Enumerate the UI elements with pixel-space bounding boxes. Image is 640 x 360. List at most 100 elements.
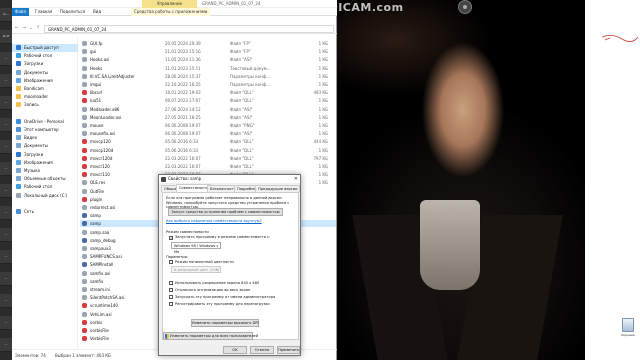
folder-icon	[16, 86, 21, 91]
ribbon-tab-view[interactable]: Вид	[90, 8, 104, 16]
compat-mode-checkbox[interactable]: ✓ Запустить программу в режиме совместимо…	[169, 235, 270, 240]
file-icon	[82, 73, 87, 79]
manual-settings-link[interactable]: Как выбрать параметры совместимости вруч…	[166, 219, 262, 223]
high-dpi-button[interactable]: Изменить параметры высокого DPI	[191, 319, 259, 327]
file-size: 1 КБ	[318, 73, 328, 79]
nav-item[interactable]: Музыка	[12, 167, 78, 175]
setting-checkbox[interactable]: Регистрировать эту программу для перезаг…	[169, 302, 270, 307]
desktop-shortcut[interactable]: ...	[0, 338, 12, 352]
record-button[interactable]	[458, 0, 472, 14]
ribbon-tab-file[interactable]: Файл	[12, 8, 30, 16]
manage-tab[interactable]: Управление	[142, 0, 197, 8]
file-row[interactable]: msvcr120 22.03.2022 16:07 Файл "DLL" 1 КБ	[80, 163, 336, 170]
nav-item[interactable]: Загрузки	[12, 60, 78, 68]
desktop-shortcut[interactable]: ...	[0, 316, 12, 330]
folder-icon	[16, 151, 21, 157]
desktop-shortcut[interactable]: ...	[0, 52, 12, 66]
file-icon	[82, 328, 87, 333]
nav-item[interactable]: OneDrive - Personal	[12, 118, 78, 126]
file-row[interactable]: libcurl 16.01.2022 19:03 Файл "DLL" 493 КБ	[80, 89, 336, 96]
back-arrow-icon[interactable]: ←	[14, 25, 20, 32]
tab-previous-versions[interactable]: Предыдущие версии	[255, 185, 301, 192]
desktop-shortcut[interactable]: ...	[0, 206, 12, 220]
file-name: gui	[90, 49, 97, 55]
file-type: Файл "FP"	[230, 49, 251, 55]
desktop-shortcut[interactable]: ...	[0, 228, 12, 242]
nav-item[interactable]: Документы	[12, 142, 78, 150]
nav-item[interactable]: Изображения	[12, 77, 78, 85]
file-row[interactable]: mouse 06.06.2008 19:07 Файл "PNG" 1 КБ	[80, 122, 336, 129]
setting-checkbox[interactable]: Использовать разрешение экрана 640 x 480	[169, 281, 259, 286]
desktop-shortcut[interactable]: ...	[0, 162, 12, 176]
ok-button[interactable]: ОК	[223, 346, 247, 354]
file-type: Файл "PNG"	[230, 123, 255, 128]
file-row[interactable]: mousefix.asi 06.06.2008 19:07 Файл "ASI" 1 …	[80, 130, 336, 137]
file-row[interactable]: msvcr120d 22.03.2022 16:07 Файл "DLL" 797 К…	[80, 155, 336, 162]
forward-arrow-icon[interactable]: →	[21, 25, 27, 32]
setting-checkbox[interactable]: Режим пониженной цветности	[169, 260, 234, 265]
nav-item[interactable]: Локальный диск (C:)	[12, 192, 78, 200]
ribbon-tabs: Файл Главная Поделиться Вид Средства раб…	[12, 8, 337, 16]
desktop-shortcut[interactable]: ...	[0, 140, 12, 154]
file-row[interactable]: msvcp120 05.06.2016 6:33 Файл "DLL" 444 КБ	[80, 138, 336, 145]
up-arrow-icon[interactable]: ↑	[35, 25, 41, 32]
nav-item[interactable]: Bandicam	[12, 85, 78, 93]
desktop-shortcut-label: ...	[4, 100, 8, 104]
file-row[interactable]: gui 21.01.2023 15:16 Файл "FP" 1 КБ	[80, 48, 336, 55]
nav-item[interactable]: Рабочий стол	[12, 183, 78, 191]
nav-item[interactable]: Видео	[12, 134, 78, 142]
nav-item[interactable]: Рабочий стол	[12, 52, 78, 60]
file-date: 11.01.2023 15:11	[165, 65, 201, 71]
file-row[interactable]: Modloader.x86 27.06.2024 14:12 Файл "ASI" 1…	[80, 106, 336, 113]
tab-compatibility[interactable]: Совместимость	[176, 184, 212, 192]
nav-item[interactable]: Загрузки	[12, 151, 78, 159]
setting-checkbox: 8-разрядный цвет (256) ▾	[171, 266, 221, 273]
desktop-shortcut[interactable]: ...	[0, 272, 12, 286]
nav-item[interactable]: Сеть	[12, 208, 78, 216]
ribbon-tab-app-tools[interactable]: Средства работы с приложениями	[131, 8, 211, 16]
nav-item[interactable]: Быстрый доступ	[12, 44, 78, 52]
desktop-shortcut[interactable]: ...	[0, 184, 12, 198]
nav-item[interactable]: Этот компьютер	[12, 126, 78, 134]
file-row[interactable]: GUI.fp 20.05.2024 20:39 Файл "FP" 1 КБ	[80, 40, 336, 47]
apply-button[interactable]: Применить	[277, 346, 300, 354]
all-users-button[interactable]: Изменить параметры для всех пользователе…	[163, 332, 258, 340]
desktop-shortcut[interactable]: ...	[0, 96, 12, 110]
setting-checkbox[interactable]: Запускать эту программу от имени админис…	[169, 295, 275, 300]
nav-item[interactable]: moonloader	[12, 93, 78, 101]
desktop-shortcut[interactable]: G...	[0, 8, 12, 22]
file-date: 20.05.2024 20:39	[165, 41, 201, 46]
ribbon-tab-share[interactable]: Поделиться	[57, 8, 88, 16]
nav-item[interactable]: Запись	[12, 101, 78, 109]
desktop-shortcut[interactable]: id of	[0, 30, 12, 44]
nav-item[interactable]: Документы	[12, 69, 78, 77]
desktop-shortcut[interactable]: ...	[0, 250, 12, 264]
file-icon	[82, 123, 87, 128]
file-row[interactable]: msvcp120d 05.06.2016 6:33 Файл "DLL" 1 КБ	[80, 147, 336, 154]
file-row[interactable]: imgui 22.10.2022 16:25 Параметры конф... 1 …	[80, 81, 336, 88]
setting-checkbox[interactable]: Отключить оптимизацию во весь экран	[169, 288, 250, 293]
desktop-shortcut[interactable]: ...	[0, 74, 12, 88]
recycle-bin[interactable]: Корзина	[620, 318, 636, 346]
file-date: 22.03.2022 16:07	[165, 155, 201, 161]
file-row[interactable]: III.VC.SA.LimitAdjuster 28.06.2024 15:37 П…	[80, 73, 336, 80]
nav-item[interactable]: Объемные объекты	[12, 175, 78, 183]
file-size: 1 КБ	[318, 82, 328, 87]
nav-item[interactable]: Изображения	[12, 159, 78, 167]
file-name: msvcr110	[90, 172, 110, 178]
file-row[interactable]: MoonLoader.asi 27.05.2021 18:25 Файл "ASI"…	[80, 114, 336, 121]
desktop-shortcut[interactable]: ...	[0, 294, 12, 308]
address-input[interactable]: GRAND_PC_ADMIN_01_07_24	[44, 25, 334, 33]
close-icon[interactable]: ✕	[294, 175, 298, 183]
cancel-button[interactable]: Отмена	[250, 346, 274, 354]
desktop-shortcut[interactable]: ...	[0, 118, 12, 132]
samp-app-icon	[161, 177, 166, 182]
file-row[interactable]: Hooks.asi 11.05.2024 11:36 Файл "ASI" 1 КБ	[80, 56, 336, 63]
navigation-pane: Быстрый доступ Рабочий стол Загрузки Докуме…	[12, 38, 78, 348]
chevron-down-icon[interactable]: ⌄	[28, 25, 34, 32]
file-row[interactable]: Hooks 11.01.2023 15:11 Текстовый докум... 1…	[80, 65, 336, 72]
troubleshoot-button[interactable]: Запуск средства устранения проблем с сов…	[168, 208, 283, 216]
ribbon-tab-home[interactable]: Главная	[32, 8, 55, 16]
compat-os-select[interactable]: Windows 98 / Windows Me ▾	[171, 242, 221, 254]
file-row[interactable]: lua51 06.07.2023 17:07 Файл "DLL" 1 КБ	[80, 97, 336, 104]
